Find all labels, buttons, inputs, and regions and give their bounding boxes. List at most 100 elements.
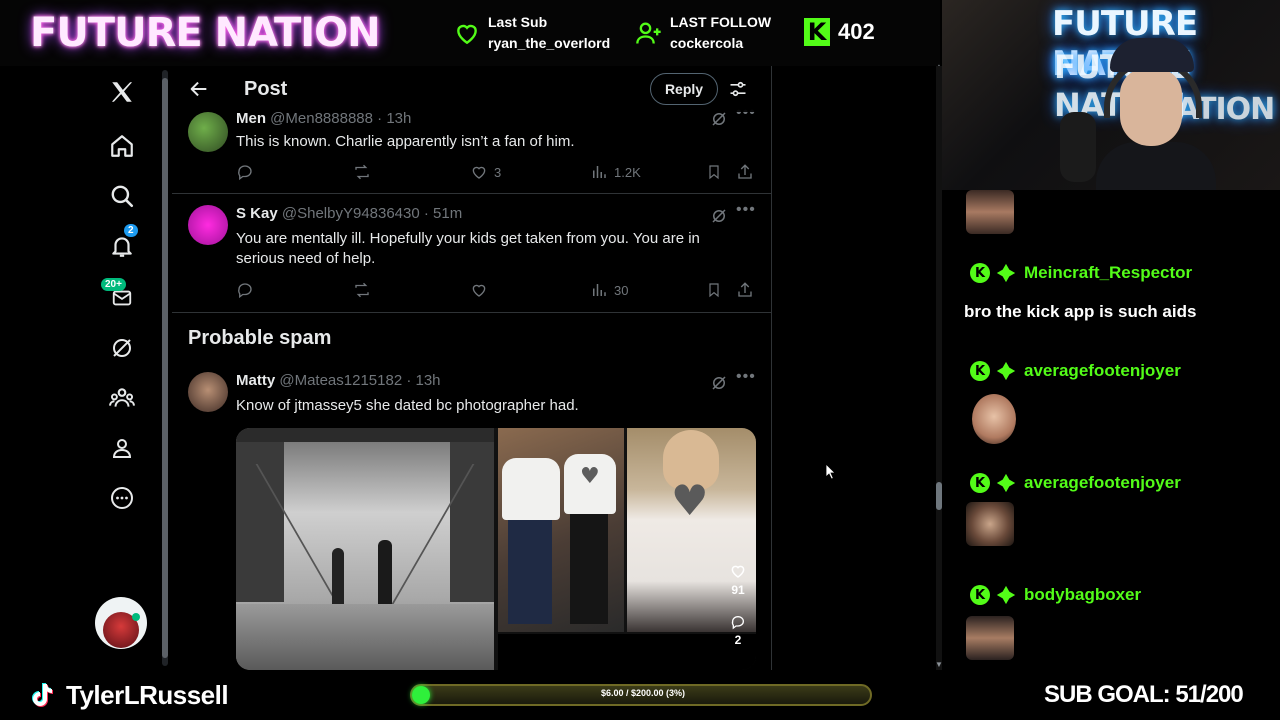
reply-action[interactable] [236, 281, 260, 299]
kick-count-value: 402 [838, 19, 875, 44]
page-title: Post [244, 78, 288, 100]
tweet-avatar[interactable] [188, 205, 228, 245]
grok-icon[interactable] [710, 374, 728, 392]
views-action[interactable]: 1.2K [590, 163, 641, 181]
tweet-author-name[interactable]: Matty [236, 372, 275, 389]
tweet-text: This is known. Charlie apparently isn’t … [236, 133, 575, 150]
tweet[interactable]: Men @Men8888888 · 13h ••• This is known.… [172, 102, 771, 194]
media-like-overlay[interactable]: 91 [725, 562, 751, 597]
stream-chat: K Meincraft_Respector bro the kick app i… [942, 190, 1280, 670]
repost-action[interactable] [352, 281, 378, 299]
media-photo-dark[interactable] [498, 634, 756, 670]
last-sub-name: ryan_the_overlord [488, 35, 611, 51]
like-action[interactable]: 3 [470, 163, 501, 181]
nav-scrollbar[interactable] [162, 70, 168, 666]
webcam-feed: FUTURE NATION FUTURE NATION NATION [942, 0, 1280, 190]
bookmark-action[interactable] [706, 163, 728, 181]
messages-icon[interactable]: 20+ [101, 278, 140, 316]
tiktok-icon [32, 683, 53, 707]
notifications-icon[interactable]: 2 [104, 224, 140, 264]
share-icon [738, 282, 752, 297]
reply-button[interactable]: Reply [650, 73, 718, 105]
grok-icon[interactable] [710, 207, 728, 225]
more-options-icon[interactable]: ••• [736, 368, 756, 386]
tweet-author-handle[interactable]: @Men8888888 [270, 110, 373, 127]
tweet-author-handle[interactable]: @ShelbyY94836430 [282, 205, 420, 222]
media-photo-shirts[interactable]: ♥ [498, 428, 624, 632]
diamond-badge-icon [996, 361, 1016, 381]
online-status-dot [132, 613, 140, 621]
chat-username[interactable]: bodybagboxer [1024, 585, 1141, 605]
sliders-icon[interactable] [728, 79, 748, 99]
tweet-avatar[interactable] [188, 372, 228, 412]
grok-icon[interactable] [710, 110, 728, 128]
grok-icon[interactable] [104, 330, 140, 366]
chat-message-text: bro the kick app is such aids [964, 302, 1197, 321]
tweet-author-handle[interactable]: @Mateas1215182 [279, 372, 402, 389]
tweet-actions: 30 [236, 281, 756, 301]
share-action[interactable] [736, 163, 760, 181]
share-action[interactable] [736, 281, 760, 299]
donation-goal-bar: $6.00 / $200.00 (3%) [410, 684, 872, 706]
kick-badge-icon: K [970, 585, 990, 605]
brand-logo: FUTURE NATION [30, 10, 381, 56]
media-comment-count: 2 [734, 633, 742, 647]
media-photo-sweatshirt[interactable]: ♥ [627, 428, 756, 632]
tweet-author-name[interactable]: S Kay [236, 205, 278, 222]
nav-scrollbar-thumb[interactable] [162, 78, 168, 658]
heart-icon [472, 284, 486, 297]
tweet-media-grid[interactable]: ♥ ♥ 91 2 [236, 428, 756, 670]
repost-action[interactable] [352, 163, 378, 181]
chat-username[interactable]: averagefootenjoyer [1024, 361, 1181, 381]
heart-outline-icon [731, 565, 745, 578]
media-photo-couple[interactable] [236, 428, 494, 670]
chat-emote-image [966, 502, 1014, 546]
profile-icon[interactable] [104, 430, 140, 466]
communities-icon[interactable] [104, 380, 140, 416]
reply-action[interactable] [236, 163, 260, 181]
views-count: 30 [614, 282, 629, 298]
more-options-icon[interactable]: ••• [736, 201, 756, 219]
probable-spam-heading[interactable]: Probable spam [188, 327, 331, 350]
chat-emote-image [972, 394, 1016, 444]
diamond-badge-icon [996, 473, 1016, 493]
search-icon[interactable] [104, 178, 140, 214]
views-action[interactable]: 30 [590, 281, 628, 299]
heart-print-icon: ♥ [580, 464, 600, 489]
chat-user: K averagefootenjoyer [970, 473, 1181, 493]
last-sub-widget: Last Sub ryan_the_overlord [452, 12, 610, 54]
media-comment-overlay[interactable]: 2 [725, 614, 751, 647]
like-action[interactable] [470, 281, 494, 299]
messages-badge: 20+ [101, 278, 126, 291]
heart-icon [472, 166, 486, 179]
chat-username[interactable]: Meincraft_Respector [1024, 263, 1192, 283]
tweet-time[interactable]: · 13h [377, 110, 411, 127]
home-icon[interactable] [104, 128, 140, 164]
tweet-avatar[interactable] [188, 112, 228, 152]
heart-print-icon: ♥ [671, 476, 709, 525]
tweet-time[interactable]: · 13h [406, 372, 440, 389]
views-icon [593, 166, 606, 178]
tweet[interactable]: S Kay @ShelbyY94836430 · 51m ••• You are… [172, 195, 771, 313]
donation-goal-text: $6.00 / $200.00 (3%) [600, 688, 686, 698]
x-logo-icon[interactable] [104, 74, 140, 110]
tweet-time[interactable]: · 51m [424, 205, 462, 222]
back-arrow-icon[interactable] [188, 78, 210, 100]
mouse-cursor-icon [826, 464, 836, 479]
bookmark-action[interactable] [706, 281, 728, 299]
stream-screen: FUTURE NATION Last Sub ryan_the_overlord… [0, 0, 1280, 720]
chat-username[interactable]: averagefootenjoyer [1024, 473, 1181, 493]
more-icon[interactable] [104, 480, 140, 516]
microphone [1060, 112, 1096, 182]
last-sub-label: Last Sub [488, 14, 548, 30]
comment-outline-icon [731, 616, 744, 630]
post-header: Post Reply [172, 66, 771, 112]
post-thread: Post Reply Men @Men8888888 · 13h ••• Thi… [172, 66, 772, 670]
chat-emote-image [966, 190, 1014, 234]
heart-icon [452, 18, 482, 48]
tweet-actions: 3 1.2K [236, 163, 756, 183]
kick-badge-icon: K [970, 473, 990, 493]
chat-user: K averagefootenjoyer [970, 361, 1181, 381]
tweet-author-name[interactable]: Men [236, 110, 266, 127]
streamer [1096, 38, 1216, 190]
